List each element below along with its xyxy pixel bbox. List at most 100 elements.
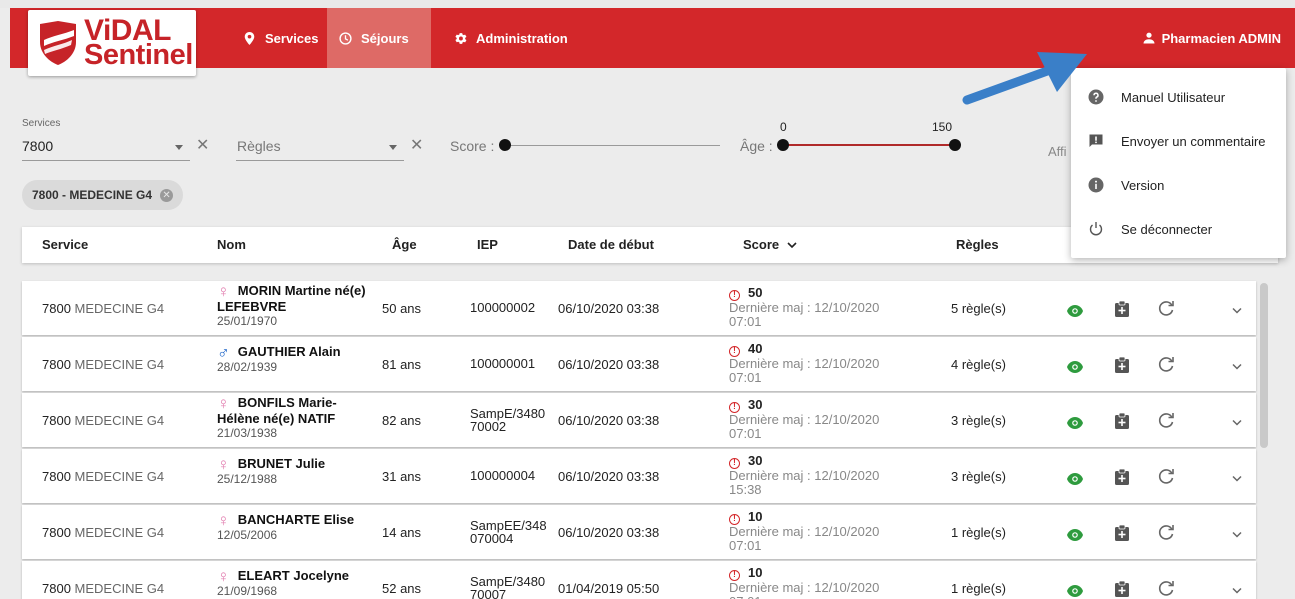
row-patient[interactable]: ♀ BRUNET Julie 25/12/1988	[217, 456, 382, 486]
row-rules: 3 règle(s)	[951, 413, 1006, 428]
col-header-age[interactable]: Âge	[392, 237, 417, 252]
score-updated: Dernière maj : 12/10/2020	[729, 524, 880, 539]
age-slider-track[interactable]	[783, 144, 955, 146]
col-header-date[interactable]: Date de début	[568, 237, 654, 252]
row-patient[interactable]: ♂ GAUTHIER Alain 28/02/1939	[217, 344, 382, 374]
col-header-nom[interactable]: Nom	[217, 237, 246, 252]
view-eye-icon[interactable]	[1067, 585, 1083, 597]
row-age: 81 ans	[382, 357, 422, 372]
view-eye-icon[interactable]	[1067, 417, 1083, 429]
nav-services[interactable]: Services	[231, 8, 331, 68]
score-value: 50	[748, 285, 763, 300]
services-clear-icon[interactable]: ✕	[196, 138, 209, 154]
row-age: 82 ans	[382, 413, 422, 428]
nav-administration[interactable]: Administration	[442, 8, 580, 68]
row-iep: 100000004	[470, 469, 535, 482]
row-date: 06/10/2020 03:38	[558, 357, 660, 372]
refresh-redo-icon[interactable]	[1158, 411, 1176, 429]
score-updated: Dernière maj : 12/10/2020	[729, 300, 880, 315]
row-age: 14 ans	[382, 525, 422, 540]
clipboard-add-icon[interactable]	[1115, 581, 1129, 597]
table-row[interactable]: 7800 MEDECINE G4 ♀ MORIN Martine né(e) LE…	[22, 281, 1256, 335]
clipboard-add-icon[interactable]	[1115, 357, 1129, 373]
expand-chevron-icon[interactable]	[1232, 531, 1242, 539]
view-eye-icon[interactable]	[1067, 473, 1083, 485]
col-header-iep[interactable]: IEP	[477, 237, 498, 252]
table-row[interactable]: 7800 MEDECINE G4 ♀ ELEART Jocelyne 21/09/…	[22, 561, 1256, 599]
table-row[interactable]: 7800 MEDECINE G4 ♀ BONFILS Marie- Hélène …	[22, 393, 1256, 447]
col-header-regles[interactable]: Règles	[956, 237, 999, 252]
service-name: MEDECINE G4	[74, 525, 165, 540]
patient-name-cont: LEFEBVRE	[217, 299, 287, 314]
row-date: 06/10/2020 03:38	[558, 525, 660, 540]
score-updated-time: 07:01	[729, 314, 762, 329]
sort-chevron-down-icon[interactable]	[787, 242, 797, 249]
row-score: ! 30 Dernière maj : 12/10/2020 15:38	[729, 453, 879, 497]
row-iep: SampEE/348 070004	[470, 519, 547, 545]
patient-name: MORIN Martine né(e)	[237, 283, 366, 298]
services-dropdown-caret-icon[interactable]	[175, 145, 183, 150]
refresh-redo-icon[interactable]	[1158, 579, 1176, 597]
power-icon	[1089, 222, 1103, 236]
menu-item-commentaire[interactable]: Envoyer un commentaire	[1071, 121, 1286, 161]
row-patient[interactable]: ♀ BANCHARTE Elise 12/05/2006	[217, 512, 382, 542]
table-row[interactable]: 7800 MEDECINE G4 ♂ GAUTHIER Alain 28/02/1…	[22, 337, 1256, 391]
score-slider-track[interactable]	[505, 145, 720, 146]
vidal-sentinel-logo[interactable]: ViDAL Sentinel	[28, 10, 196, 76]
score-updated-time: 07:01	[729, 426, 762, 441]
table-scrollbar[interactable]	[1260, 283, 1268, 448]
rules-clear-icon[interactable]: ✕	[410, 138, 423, 154]
table-row[interactable]: 7800 MEDECINE G4 ♀ BRUNET Julie 25/12/198…	[22, 449, 1256, 503]
user-menu-button[interactable]: Pharmacien ADMIN	[1143, 8, 1281, 68]
rules-filter-input[interactable]: Règles	[237, 138, 281, 154]
service-chip-label: 7800 - MEDECINE G4	[32, 188, 153, 202]
col-header-service[interactable]: Service	[42, 237, 88, 252]
score-slider-handle[interactable]	[499, 139, 511, 151]
clipboard-add-icon[interactable]	[1115, 469, 1129, 485]
patient-dob: 21/09/1968	[217, 584, 278, 598]
chip-remove-icon[interactable]: ✕	[160, 188, 174, 202]
expand-chevron-icon[interactable]	[1232, 475, 1242, 483]
iep-line-1: 100000001	[470, 356, 536, 371]
score-updated: Dernière maj : 12/10/2020	[729, 580, 880, 595]
row-patient[interactable]: ♀ ELEART Jocelyne 21/09/1968	[217, 568, 382, 598]
clipboard-add-icon[interactable]	[1115, 301, 1129, 317]
clipboard-add-icon[interactable]	[1115, 525, 1129, 541]
view-eye-icon[interactable]	[1067, 305, 1083, 317]
row-patient[interactable]: ♀ MORIN Martine né(e) LEFEBVRE 25/01/1970	[217, 283, 382, 328]
patient-dob: 28/02/1939	[217, 360, 278, 374]
refresh-redo-icon[interactable]	[1158, 523, 1176, 541]
rules-dropdown-caret-icon[interactable]	[389, 145, 397, 150]
user-name: Pharmacien ADMIN	[1161, 30, 1281, 46]
service-filter-chip[interactable]: 7800 - MEDECINE G4 ✕	[22, 180, 184, 210]
female-gender-icon: ♀	[217, 511, 230, 530]
view-eye-icon[interactable]	[1067, 529, 1083, 541]
view-eye-icon[interactable]	[1067, 361, 1083, 373]
nav-sejours[interactable]: Séjours	[327, 8, 431, 68]
table-row[interactable]: 7800 MEDECINE G4 ♀ BANCHARTE Elise 12/05/…	[22, 505, 1256, 559]
refresh-redo-icon[interactable]	[1158, 467, 1176, 485]
services-filter-underline	[22, 160, 190, 161]
menu-item-version[interactable]: Version	[1071, 165, 1286, 205]
age-slider-max-handle[interactable]	[949, 139, 961, 151]
clipboard-add-icon[interactable]	[1115, 413, 1129, 429]
age-slider-min-handle[interactable]	[777, 139, 789, 151]
service-name: MEDECINE G4	[74, 301, 165, 316]
row-patient[interactable]: ♀ BONFILS Marie- Hélène né(e) NATIF 21/03…	[217, 395, 382, 440]
row-iep: SampE/3480 70007	[470, 575, 545, 599]
menu-item-version-label: Version	[1121, 177, 1165, 193]
expand-chevron-icon[interactable]	[1232, 587, 1242, 595]
expand-chevron-icon[interactable]	[1232, 307, 1242, 315]
age-min-value: 0	[780, 120, 787, 134]
annotation-arrow-icon	[962, 52, 1087, 105]
row-iep: 100000001	[470, 357, 535, 370]
expand-chevron-icon[interactable]	[1232, 419, 1242, 427]
location-pin-icon	[244, 31, 255, 45]
services-filter-value[interactable]: 7800	[22, 138, 53, 154]
expand-chevron-icon[interactable]	[1232, 363, 1242, 371]
row-date: 06/10/2020 03:38	[558, 469, 660, 484]
refresh-redo-icon[interactable]	[1158, 355, 1176, 373]
col-header-score[interactable]: Score	[743, 237, 797, 252]
menu-item-deconnecter[interactable]: Se déconnecter	[1071, 209, 1286, 249]
refresh-redo-icon[interactable]	[1158, 299, 1176, 317]
